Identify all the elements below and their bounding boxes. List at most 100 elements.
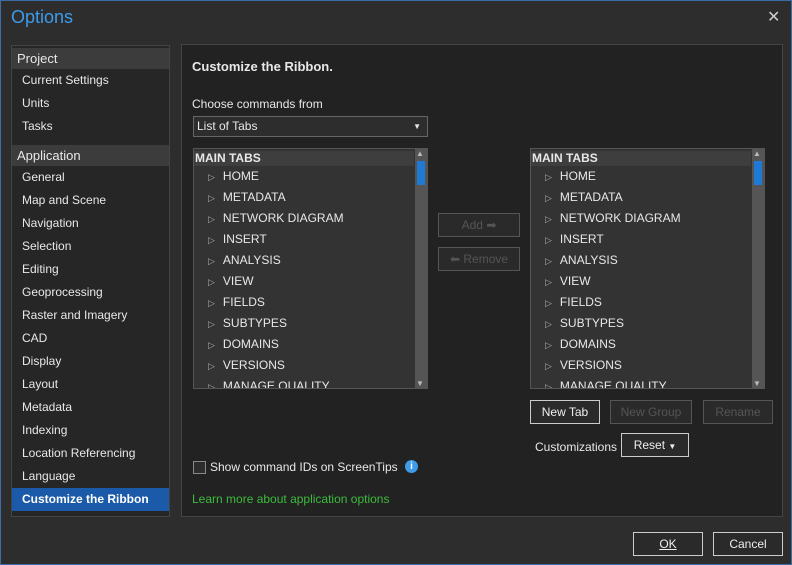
list-item-label: VERSIONS — [222, 358, 285, 372]
add-button[interactable]: Add ➡ — [438, 213, 520, 237]
ok-button[interactable]: OK — [633, 532, 703, 556]
show-command-ids-checkbox[interactable] — [193, 461, 206, 474]
list-item[interactable]: ▷ HOME — [531, 166, 751, 187]
reset-button[interactable]: Reset ▼ — [621, 433, 689, 457]
add-label: Add — [461, 218, 483, 232]
expand-triangle-icon[interactable]: ▷ — [208, 340, 215, 350]
scroll-down-icon[interactable]: ▼ — [753, 379, 761, 388]
sidebar-item-language[interactable]: Language — [12, 465, 169, 488]
scroll-up-icon[interactable]: ▲ — [753, 149, 761, 158]
expand-triangle-icon[interactable]: ▷ — [545, 172, 552, 182]
list-item[interactable]: ▷ INSERT — [194, 229, 414, 250]
expand-triangle-icon[interactable]: ▷ — [545, 214, 552, 224]
sidebar-item-navigation[interactable]: Navigation — [12, 212, 169, 235]
sidebar-item-display[interactable]: Display — [12, 350, 169, 373]
sidebar-item-indexing[interactable]: Indexing — [12, 419, 169, 442]
list-item[interactable]: ▷ DOMAINS — [194, 334, 414, 355]
scrollbar-thumb[interactable] — [754, 161, 762, 185]
sidebar-group-header: Project — [12, 48, 169, 69]
expand-triangle-icon[interactable]: ▷ — [545, 235, 552, 245]
info-icon[interactable]: i — [405, 460, 418, 473]
list-item[interactable]: ▷ INSERT — [531, 229, 751, 250]
sidebar-item-layout[interactable]: Layout — [12, 373, 169, 396]
list-item[interactable]: ▷ MANAGE QUALITY — [194, 376, 414, 388]
new-tab-button[interactable]: New Tab — [530, 400, 600, 424]
window-title: Options — [11, 7, 74, 27]
sidebar-group-header: Application — [12, 145, 169, 166]
cancel-button[interactable]: Cancel — [713, 532, 783, 556]
list-item-label: ANALYSIS — [559, 253, 618, 267]
remove-label: Remove — [463, 252, 509, 266]
sidebar-item-current-settings[interactable]: Current Settings — [12, 69, 169, 92]
list-header: MAIN TABS — [194, 151, 414, 166]
expand-triangle-icon[interactable]: ▷ — [208, 172, 215, 182]
expand-triangle-icon[interactable]: ▷ — [208, 193, 215, 203]
expand-triangle-icon[interactable]: ▷ — [545, 298, 552, 308]
list-item[interactable]: ▷ METADATA — [194, 187, 414, 208]
list-item[interactable]: ▷ FIELDS — [194, 292, 414, 313]
sidebar-item-editing[interactable]: Editing — [12, 258, 169, 281]
ribbon-tabs-list[interactable]: MAIN TABS ▷ HOME ▷ METADATA ▷ NETWORK DIAGRAM ▷… — [530, 148, 765, 389]
sidebar-item-geoprocessing[interactable]: Geoprocessing — [12, 281, 169, 304]
scrollbar[interactable]: ▲ ▼ — [752, 149, 764, 388]
list-item[interactable]: ▷ ANALYSIS — [531, 250, 751, 271]
scroll-down-icon[interactable]: ▼ — [416, 379, 424, 388]
list-header: MAIN TABS — [531, 151, 751, 166]
sidebar-item-units[interactable]: Units — [12, 92, 169, 115]
sidebar-item-general[interactable]: General — [12, 166, 169, 189]
list-item[interactable]: ▷ VERSIONS — [531, 355, 751, 376]
expand-triangle-icon[interactable]: ▷ — [208, 382, 215, 388]
scrollbar[interactable]: ▲ ▼ — [415, 149, 427, 388]
new-group-button[interactable]: New Group — [610, 400, 692, 424]
expand-triangle-icon[interactable]: ▷ — [545, 340, 552, 350]
list-item[interactable]: ▷ NETWORK DIAGRAM — [531, 208, 751, 229]
list-item[interactable]: ▷ VERSIONS — [194, 355, 414, 376]
arrow-left-icon: ⬅ — [449, 252, 461, 266]
list-item[interactable]: ▷ VIEW — [194, 271, 414, 292]
scroll-up-icon[interactable]: ▲ — [416, 149, 424, 158]
list-item[interactable]: ▷ SUBTYPES — [531, 313, 751, 334]
expand-triangle-icon[interactable]: ▷ — [208, 319, 215, 329]
rename-button[interactable]: Rename — [703, 400, 773, 424]
list-item[interactable]: ▷ FIELDS — [531, 292, 751, 313]
available-tabs-list[interactable]: MAIN TABS ▷ HOME ▷ METADATA ▷ NETWORK DIAGRAM ▷… — [193, 148, 428, 389]
expand-triangle-icon[interactable]: ▷ — [208, 214, 215, 224]
list-item-label: SUBTYPES — [222, 316, 287, 330]
sidebar-item-metadata[interactable]: Metadata — [12, 396, 169, 419]
expand-triangle-icon[interactable]: ▷ — [208, 298, 215, 308]
sidebar-item-location-referencing[interactable]: Location Referencing — [12, 442, 169, 465]
sidebar-item-map-and-scene[interactable]: Map and Scene — [12, 189, 169, 212]
expand-triangle-icon[interactable]: ▷ — [545, 361, 552, 371]
remove-button[interactable]: ⬅ Remove — [438, 247, 520, 271]
sidebar-item-raster-and-imagery[interactable]: Raster and Imagery — [12, 304, 169, 327]
expand-triangle-icon[interactable]: ▷ — [545, 277, 552, 287]
expand-triangle-icon[interactable]: ▷ — [545, 382, 552, 388]
list-item-label: METADATA — [559, 190, 623, 204]
sidebar: Project Current Settings Units Tasks Applica… — [11, 45, 170, 517]
learn-more-link[interactable]: Learn more about application options — [192, 492, 389, 506]
list-item[interactable]: ▷ VIEW — [531, 271, 751, 292]
sidebar-item-tasks[interactable]: Tasks — [12, 115, 169, 138]
list-item[interactable]: ▷ ANALYSIS — [194, 250, 414, 271]
list-item-label: ANALYSIS — [222, 253, 281, 267]
expand-triangle-icon[interactable]: ▷ — [545, 256, 552, 266]
list-item[interactable]: ▷ HOME — [194, 166, 414, 187]
expand-triangle-icon[interactable]: ▷ — [208, 361, 215, 371]
list-item[interactable]: ▷ MANAGE QUALITY — [531, 376, 751, 388]
sidebar-item-customize-the-ribbon[interactable]: Customize the Ribbon — [12, 488, 169, 511]
sidebar-item-selection[interactable]: Selection — [12, 235, 169, 258]
sidebar-item-cad[interactable]: CAD — [12, 327, 169, 350]
expand-triangle-icon[interactable]: ▷ — [545, 319, 552, 329]
expand-triangle-icon[interactable]: ▷ — [545, 193, 552, 203]
scrollbar-thumb[interactable] — [417, 161, 425, 185]
expand-triangle-icon[interactable]: ▷ — [208, 277, 215, 287]
list-item-label: SUBTYPES — [559, 316, 624, 330]
list-item[interactable]: ▷ METADATA — [531, 187, 751, 208]
expand-triangle-icon[interactable]: ▷ — [208, 256, 215, 266]
expand-triangle-icon[interactable]: ▷ — [208, 235, 215, 245]
list-item[interactable]: ▷ SUBTYPES — [194, 313, 414, 334]
list-item[interactable]: ▷ DOMAINS — [531, 334, 751, 355]
close-icon[interactable]: ✕ — [767, 7, 780, 27]
list-item[interactable]: ▷ NETWORK DIAGRAM — [194, 208, 414, 229]
choose-commands-dropdown[interactable]: List of Tabs ▼ — [193, 116, 428, 137]
